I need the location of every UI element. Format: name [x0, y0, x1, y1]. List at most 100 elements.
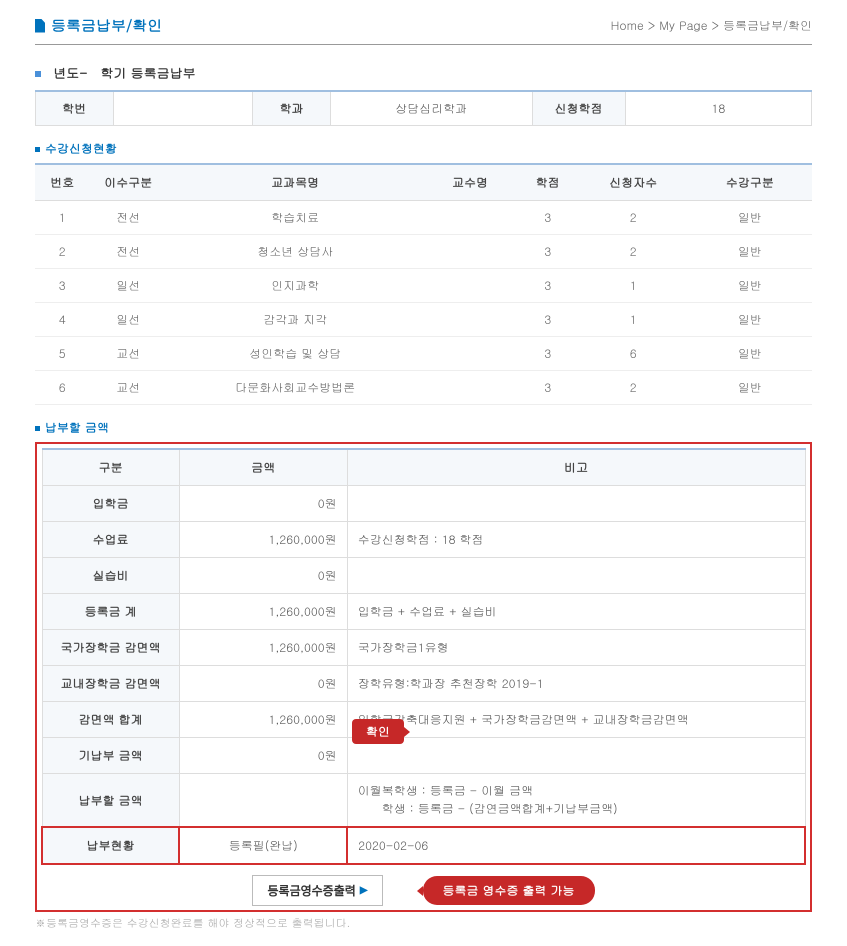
payment-label: 감면액 합계: [42, 702, 179, 738]
payment-remark: [347, 558, 805, 594]
status-value: 등록필(완납): [179, 827, 347, 864]
page-title: 등록금납부/확인: [35, 15, 162, 36]
payment-remark: 국가장학금1유형: [347, 630, 805, 666]
payment-label: 입학금: [42, 486, 179, 522]
cell-prof: [423, 201, 516, 235]
cell-credit: 3: [517, 201, 579, 235]
payment-row: 감면액 합계1,260,000원입학금감축대응지원 + 국가장학금감면액 + 교…: [42, 702, 805, 738]
cell-name: 청소년 상담사: [167, 235, 423, 269]
payment-row: 기납부 금액0원: [42, 738, 805, 774]
cell-credit: 3: [517, 371, 579, 405]
cell-category: 일반: [688, 235, 812, 269]
cell-prof: [423, 337, 516, 371]
info-banner: 등록금 영수증 출력 가능: [423, 876, 595, 905]
cell-no: 4: [35, 303, 89, 337]
payment-amount: 0원: [179, 486, 347, 522]
table-row: 4일선감각과 지각31일반: [35, 303, 812, 337]
cell-type: 교선: [89, 337, 167, 371]
payment-remark: 입학금 + 수업료 + 실습비: [347, 594, 805, 630]
cell-category: 일반: [688, 201, 812, 235]
cell-applicants: 1: [579, 269, 688, 303]
payment-label: 실습비: [42, 558, 179, 594]
payment-row: 교내장학금 감면액0원장학유형:학과장 추천장학 2019-1: [42, 666, 805, 702]
col-no: 번호: [35, 164, 89, 201]
payment-highlight-box: 구분 금액 비고 입학금0원수업료1,260,000원수강신청학점 : 18 학…: [35, 442, 812, 912]
cell-name: 인지과학: [167, 269, 423, 303]
cell-category: 일반: [688, 269, 812, 303]
cell-type: 일선: [89, 269, 167, 303]
dept-label: 학과: [253, 91, 331, 126]
print-receipt-button[interactable]: 등록금영수증출력 ▶: [252, 875, 382, 906]
cell-credit: 3: [517, 235, 579, 269]
payment-label: 수업료: [42, 522, 179, 558]
pay-col-category: 구분: [42, 449, 179, 486]
table-row: 1전선학습치료 32일반: [35, 201, 812, 235]
payment-amount: 1,260,000원: [179, 522, 347, 558]
col-name: 교과목명: [167, 164, 423, 201]
cell-no: 6: [35, 371, 89, 405]
col-prof: 교수명: [423, 164, 516, 201]
payment-table: 구분 금액 비고 입학금0원수업료1,260,000원수강신청학점 : 18 학…: [41, 448, 806, 865]
cell-category: 일반: [688, 337, 812, 371]
cell-credit: 3: [517, 337, 579, 371]
payment-row: 실습비0원: [42, 558, 805, 594]
course-section-title: 수강신청현황: [35, 140, 812, 157]
payment-amount: 1,260,000원: [179, 630, 347, 666]
payment-row: 국가장학금 감면액1,260,000원국가장학금1유형: [42, 630, 805, 666]
dept-value: 상담심리학과: [330, 91, 532, 126]
cell-prof: [423, 303, 516, 337]
cell-applicants: 1: [579, 303, 688, 337]
cell-name: 학습치료: [167, 201, 423, 235]
table-row: 5교선성인학습 및 상담36일반: [35, 337, 812, 371]
student-id-label: 학번: [36, 91, 114, 126]
page-title-text: 등록금납부/확인: [51, 15, 162, 36]
table-row: 3일선인지과학31일반: [35, 269, 812, 303]
cell-applicants: 2: [579, 201, 688, 235]
breadcrumb[interactable]: Home > My Page > 등록금납부/확인: [611, 17, 812, 34]
cell-applicants: 2: [579, 235, 688, 269]
col-credit: 학점: [517, 164, 579, 201]
payment-remark: 입학금감축대응지원 + 국가장학금감면액 + 교내장학금감면액: [347, 702, 805, 738]
chevron-right-icon: ▶: [360, 885, 368, 896]
cell-category: 일반: [688, 371, 812, 405]
payment-remark: [347, 486, 805, 522]
cell-applicants: 2: [579, 371, 688, 405]
cell-type: 전선: [89, 201, 167, 235]
cell-no: 3: [35, 269, 89, 303]
payment-amount: 0원: [179, 738, 347, 774]
cell-no: 1: [35, 201, 89, 235]
page-title-icon: [35, 19, 45, 33]
payment-row: 입학금0원: [42, 486, 805, 522]
payment-amount: 0원: [179, 558, 347, 594]
term-label: 년도- 학기 등록금납부: [53, 63, 195, 82]
table-row: 2전선청소년 상담사32일반: [35, 235, 812, 269]
payment-label: 교내장학금 감면액: [42, 666, 179, 702]
course-table: 번호 이수구분 교과목명 교수명 학점 신청자수 수강구분 1전선학습치료32일…: [35, 163, 812, 405]
table-row: 6교선다문화사회교수방법론32일반: [35, 371, 812, 405]
cell-name: 다문화사회교수방법론: [167, 371, 423, 405]
student-info-table: 학번 학과 상담심리학과 신청학점 18: [35, 90, 812, 126]
cell-credit: 3: [517, 269, 579, 303]
cell-credit: 3: [517, 303, 579, 337]
cell-prof: [423, 235, 516, 269]
credit-value: 18: [625, 91, 811, 126]
cell-category: 일반: [688, 303, 812, 337]
payment-remark: 수강신청학점 : 18 학점: [347, 522, 805, 558]
payment-remark: 장학유형:학과장 추천장학 2019-1: [347, 666, 805, 702]
status-label: 납부현황: [42, 827, 179, 864]
payment-amount: 1,260,000원: [179, 594, 347, 630]
cell-prof: [423, 269, 516, 303]
payment-remark: [347, 738, 805, 774]
button-row: 등록금영수증출력 ▶ 등록금 영수증 출력 가능: [41, 875, 806, 906]
payment-row: 등록금 계1,260,000원입학금 + 수업료 + 실습비: [42, 594, 805, 630]
footnote: ※등록금영수증은 수강신청완료를 해야 정상적으로 출력됩니다.: [35, 916, 812, 931]
section-marker-icon: [35, 71, 41, 77]
payment-amount: 0원: [179, 666, 347, 702]
print-button-label: 등록금영수증출력: [267, 882, 355, 899]
pay-col-remark: 비고: [347, 449, 805, 486]
payment-label: 국가장학금 감면액: [42, 630, 179, 666]
cell-type: 일선: [89, 303, 167, 337]
student-id-value: [113, 91, 253, 126]
payment-section-title: 납부할 금액: [35, 419, 812, 436]
cell-type: 전선: [89, 235, 167, 269]
